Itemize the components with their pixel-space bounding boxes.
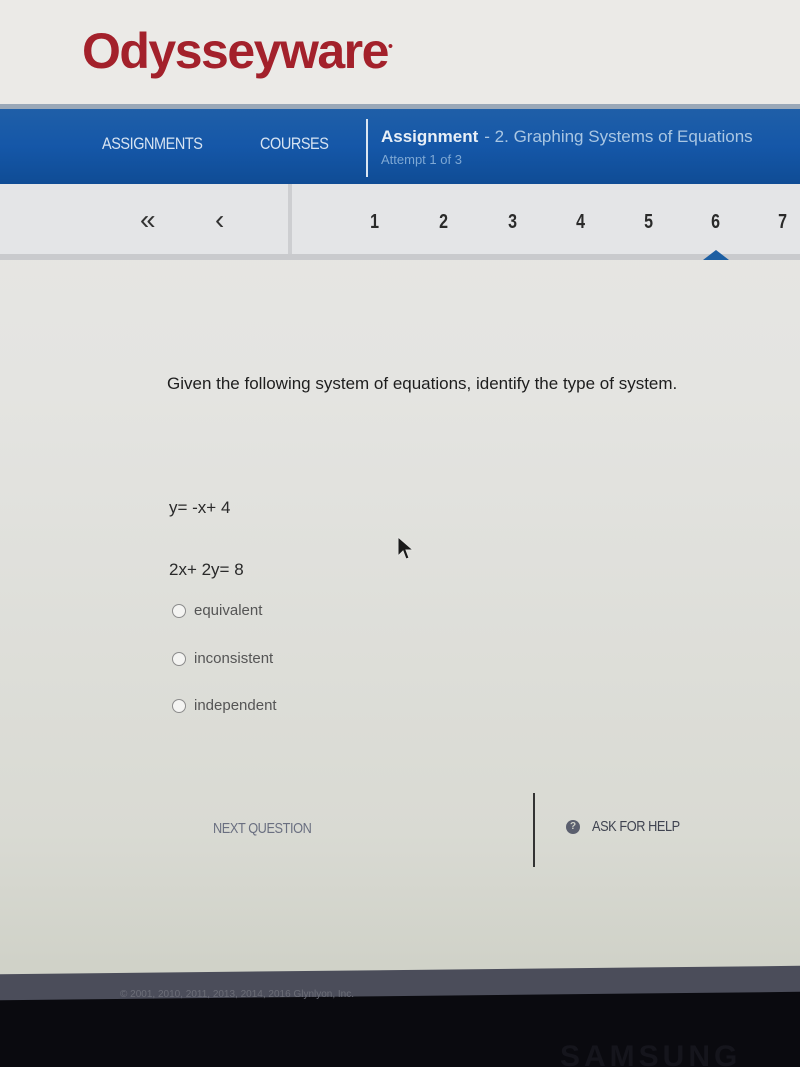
question-number-7[interactable]: 7 [778,211,787,234]
option-independent[interactable]: independent [172,697,277,714]
assignment-name: - 2. Graphing Systems of Equations [484,127,753,146]
question-number-3[interactable]: 3 [508,211,517,234]
equation-2: 2x+ 2y= 8 [169,560,244,579]
double-chevron-left-icon[interactable]: « [140,204,156,236]
question-number-1[interactable]: 1 [370,211,379,234]
odysseyware-logo[interactable]: Odysseyware• [82,22,393,80]
question-number-4[interactable]: 4 [576,211,585,234]
radio-button[interactable] [172,698,186,713]
help-icon: ? [566,819,580,834]
nav-divider [366,119,368,177]
assignment-title: Assignment - 2. Graphing Systems of Equat… [381,127,753,147]
question-prompt: Given the following system of equations,… [167,374,678,393]
radio-button[interactable] [172,651,186,666]
equation-1: y= -x+ 4 [169,498,231,517]
nav-courses[interactable]: COURSES [260,134,329,154]
question-number-6-current[interactable]: 6 [711,211,720,234]
option-label: independent [194,697,277,714]
option-equivalent[interactable]: equivalent [172,602,262,619]
next-question-button[interactable]: NEXT QUESTION [213,820,312,837]
action-divider [533,793,535,867]
ask-for-help-button[interactable]: ? ASK FOR HELP [566,818,695,835]
logo-mark: • [387,37,393,54]
screen: Odysseyware• ASSIGNMENTS COURSES Assignm… [0,0,800,980]
question-number-5[interactable]: 5 [644,211,653,234]
question-navigator: « ‹ 1 2 3 4 5 6 7 [0,184,800,260]
radio-button[interactable] [172,603,186,618]
attempt-counter: Attempt 1 of 3 [381,152,462,167]
option-inconsistent[interactable]: inconsistent [172,650,273,667]
help-label: ASK FOR HELP [592,818,680,835]
logo-text: Odysseyware [82,23,389,79]
nav-assignments[interactable]: ASSIGNMENTS [102,134,203,154]
option-label: equivalent [194,602,263,619]
header: Odysseyware• [0,0,800,104]
chevron-left-icon[interactable]: ‹ [215,204,224,236]
mouse-cursor-icon [397,536,415,560]
question-nav-arrows: « ‹ [0,184,292,254]
copyright-text: © 2001, 2010, 2011, 2013, 2014, 2016 Gly… [120,989,355,1000]
option-label: inconsistent [194,650,274,667]
question-number-2[interactable]: 2 [439,211,448,234]
monitor-brand: SAMSUNG [560,1040,742,1067]
assignment-label: Assignment [381,127,479,146]
top-navbar: ASSIGNMENTS COURSES Assignment - 2. Graph… [0,104,800,184]
current-question-marker [703,250,729,260]
